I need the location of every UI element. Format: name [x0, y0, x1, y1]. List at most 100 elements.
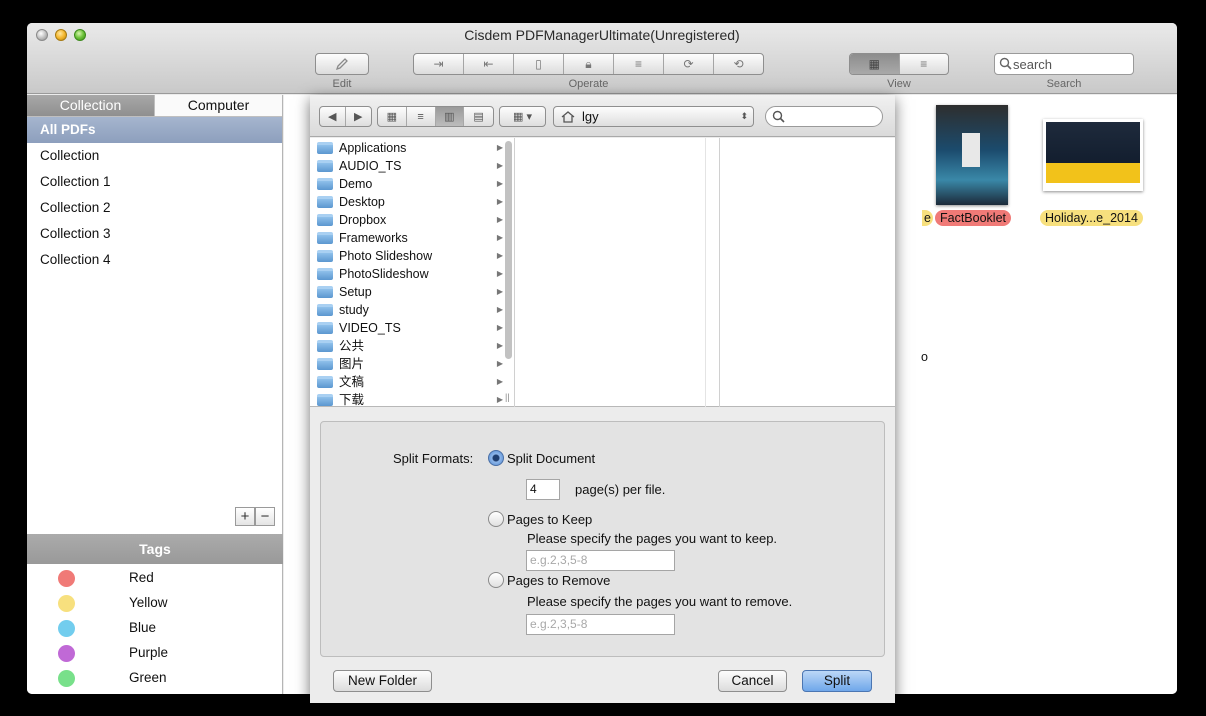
file-name: Demo — [339, 177, 373, 191]
list-view-icon[interactable]: ≡ — [407, 107, 436, 126]
list-item[interactable]: Setup ▶ — [310, 283, 514, 301]
new-folder-button[interactable]: New Folder — [333, 670, 432, 692]
arrange-popup[interactable]: ▦ ▾ — [499, 106, 546, 127]
browser-view-control: ▦ ≡ ▥ ▤ — [377, 106, 494, 127]
column-resize-handle[interactable]: || — [505, 392, 510, 402]
path-popup[interactable]: lgy ⬍ — [553, 106, 754, 127]
pages-to-keep-radio[interactable] — [488, 511, 504, 527]
factbooklet-thumbnail[interactable] — [936, 105, 1008, 205]
list-item[interactable]: Dropbox ▶ — [310, 211, 514, 229]
list-item[interactable]: Photo Slideshow ▶ — [310, 247, 514, 265]
tag-green[interactable]: Green — [27, 666, 283, 691]
folder-icon — [317, 232, 333, 244]
documents-folder-icon — [317, 376, 333, 388]
view-label: View — [887, 78, 911, 90]
split-document-radio[interactable] — [488, 450, 504, 466]
sidebar-item-collection-4[interactable]: Collection 4 — [27, 247, 282, 273]
sidebar-item-collection-1[interactable]: Collection 1 — [27, 169, 282, 195]
holiday-thumbnail[interactable] — [1043, 119, 1143, 191]
file-name: Desktop — [339, 195, 385, 209]
tag-yellow[interactable]: Yellow — [27, 591, 283, 616]
sidebar-tabs: Collection Computer — [27, 95, 282, 117]
dropbox-folder-icon — [317, 214, 333, 226]
icon-view-icon[interactable]: ▦ — [378, 107, 407, 126]
sidebar-item-collection-2[interactable]: Collection 2 — [27, 195, 282, 221]
list-item[interactable]: 图片 ▶ — [310, 355, 514, 373]
sidebar-item-all-pdfs[interactable]: All PDFs — [27, 117, 282, 143]
disclosure-arrow-icon: ▶ — [496, 233, 503, 242]
tags-header: Tags — [27, 534, 283, 564]
browser-column-2 — [515, 138, 720, 407]
tag-red[interactable]: Red — [27, 566, 283, 591]
split-button[interactable]: Split — [802, 670, 872, 692]
extract-icon[interactable]: ▯ — [514, 54, 564, 74]
column-scrollbar[interactable] — [505, 141, 512, 359]
list-item[interactable]: VIDEO_TS ▶ — [310, 319, 514, 337]
downloads-folder-icon — [317, 394, 333, 406]
tab-computer[interactable]: Computer — [154, 95, 282, 116]
list-item[interactable]: Demo ▶ — [310, 175, 514, 193]
split-icon[interactable]: ⇤ — [464, 54, 514, 74]
list-item[interactable]: PhotoSlideshow ▶ — [310, 265, 514, 283]
ocr-icon[interactable]: ⟲ — [714, 54, 763, 74]
tag-label: Green — [129, 670, 167, 685]
column-divider[interactable] — [705, 138, 720, 407]
remove-collection-button[interactable]: − — [255, 507, 275, 526]
pages-per-file-input[interactable]: 4 — [526, 479, 560, 500]
tab-collection[interactable]: Collection — [27, 95, 154, 116]
list-item[interactable]: Frameworks ▶ — [310, 229, 514, 247]
pages-to-remove-radio[interactable] — [488, 572, 504, 588]
add-collection-button[interactable]: + — [235, 507, 255, 526]
list-item[interactable]: AUDIO_TS ▶ — [310, 157, 514, 175]
sheet-search-field[interactable] — [765, 106, 883, 127]
list-item[interactable]: Applications ▶ — [310, 139, 514, 157]
file-name: AUDIO_TS — [339, 159, 402, 173]
cancel-button[interactable]: Cancel — [718, 670, 787, 692]
file-list: Applications ▶ AUDIO_TS ▶ Demo ▶ Desktop ▶ D… — [310, 138, 514, 407]
forward-icon[interactable]: ▶ — [346, 107, 371, 126]
disclosure-arrow-icon: ▶ — [496, 197, 503, 206]
search-field[interactable]: search — [994, 53, 1134, 75]
tag-blue[interactable]: Blue — [27, 616, 283, 641]
list-item[interactable]: Desktop ▶ — [310, 193, 514, 211]
search-label: Search — [1046, 78, 1082, 90]
column-view-icon[interactable]: ▥ — [435, 107, 465, 126]
list-view-icon[interactable]: ≡ — [900, 54, 949, 74]
split-sheet: ◀ ▶ ▦ ≡ ▥ ▤ ▦ ▾ lgy ⬍ Applications ▶ AUDI… — [310, 95, 895, 703]
view-segmented-control: ▦ ≡ — [849, 53, 949, 75]
back-icon[interactable]: ◀ — [320, 107, 346, 126]
sidebar-item-collection[interactable]: Collection — [27, 143, 282, 169]
list-item[interactable]: 公共 ▶ — [310, 337, 514, 355]
split-options-panel: Split Formats: Split Document 4 page(s) … — [320, 421, 885, 657]
sidebar-item-collection-3[interactable]: Collection 3 — [27, 221, 282, 247]
pages-to-remove-input[interactable]: e.g.2,3,5-8 — [526, 614, 675, 635]
sidebar: Collection Computer All PDFs Collection … — [27, 95, 283, 694]
tag-purple[interactable]: Purple — [27, 641, 283, 666]
file-name: Frameworks — [339, 231, 408, 245]
split-document-label[interactable]: Split Document — [507, 451, 595, 466]
home-icon — [561, 110, 575, 123]
coverflow-view-icon[interactable]: ▤ — [464, 107, 493, 126]
pages-to-keep-label[interactable]: Pages to Keep — [507, 512, 592, 527]
disclosure-arrow-icon: ▶ — [496, 305, 503, 314]
pages-to-remove-label[interactable]: Pages to Remove — [507, 573, 610, 588]
edit-button[interactable] — [315, 53, 369, 75]
sheet-toolbar: ◀ ▶ ▦ ≡ ▥ ▤ ▦ ▾ lgy ⬍ — [310, 95, 895, 137]
encrypt-icon[interactable]: 🔒︎ — [564, 54, 614, 74]
partial-label: e — [922, 210, 933, 226]
grid-view-icon[interactable]: ▦ — [850, 54, 900, 74]
list-item[interactable]: 文稿 ▶ — [310, 373, 514, 391]
remove-help-text: Please specify the pages you want to rem… — [527, 594, 793, 609]
merge-icon[interactable]: ⇥ — [414, 54, 464, 74]
disclosure-arrow-icon: ▶ — [496, 359, 503, 368]
blue-tag-dot — [58, 620, 75, 637]
tag-label: Red — [129, 570, 154, 585]
list-item[interactable]: study ▶ — [310, 301, 514, 319]
file-browser: Applications ▶ AUDIO_TS ▶ Demo ▶ Desktop ▶ D… — [310, 138, 895, 407]
popup-arrows-icon: ⬍ — [740, 111, 748, 121]
compress-icon[interactable]: ≡ — [614, 54, 664, 74]
list-item[interactable]: 下载 ▶ — [310, 391, 514, 407]
convert-icon[interactable]: ⟳ — [664, 54, 714, 74]
folder-icon — [317, 178, 333, 190]
pages-to-keep-input[interactable]: e.g.2,3,5-8 — [526, 550, 675, 571]
